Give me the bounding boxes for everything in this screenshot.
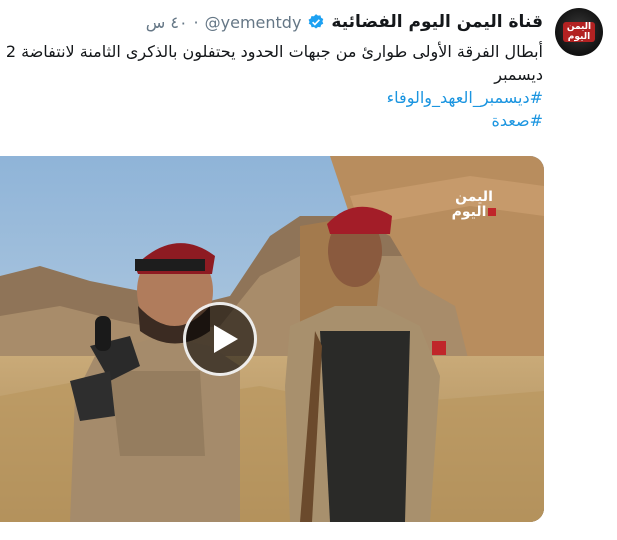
avatar[interactable]: اليمن اليوم [555,8,603,56]
tweet-card[interactable]: اليمن اليوم قناة اليمن اليوم الفضائية @y… [0,0,617,540]
display-name[interactable]: قناة اليمن اليوم الفضائية [331,12,543,32]
watermark-red-square [488,208,497,216]
watermark-bottom: اليوم [450,205,498,220]
verified-badge-icon [308,14,324,29]
separator-dot: · [193,12,199,32]
watermark-top: اليمن [455,189,493,205]
channel-logo: اليمن اليوم [563,22,595,42]
tweet-text-line-2: ديسمبر [494,65,543,84]
timestamp[interactable]: ٤٠ س [146,13,188,32]
video-player[interactable]: اليمن اليوم [0,156,544,522]
tweet-header: قناة اليمن اليوم الفضائية @yementdy · ٤٠… [146,10,543,34]
tweet-text: أبطال الفرقة الأولى طوارئ من جبهات الحدو… [0,40,543,132]
user-handle[interactable]: @yementdy [205,13,302,32]
play-icon[interactable] [183,302,257,376]
hashtag-link[interactable]: #صعدة [0,109,544,132]
watermark-bottom-text: اليوم [451,204,487,220]
logo-text-bottom: اليوم [567,32,591,42]
logo-text-top: اليمن [566,22,592,32]
tweet-text-line-1: أبطال الفرقة الأولى طوارئ من جبهات الحدو… [5,42,543,61]
channel-watermark: اليمن اليوم [450,190,498,220]
hashtag-link[interactable]: #ديسمبر_العهد_والوفاء [0,86,543,109]
tweet-actions-row [0,530,617,540]
